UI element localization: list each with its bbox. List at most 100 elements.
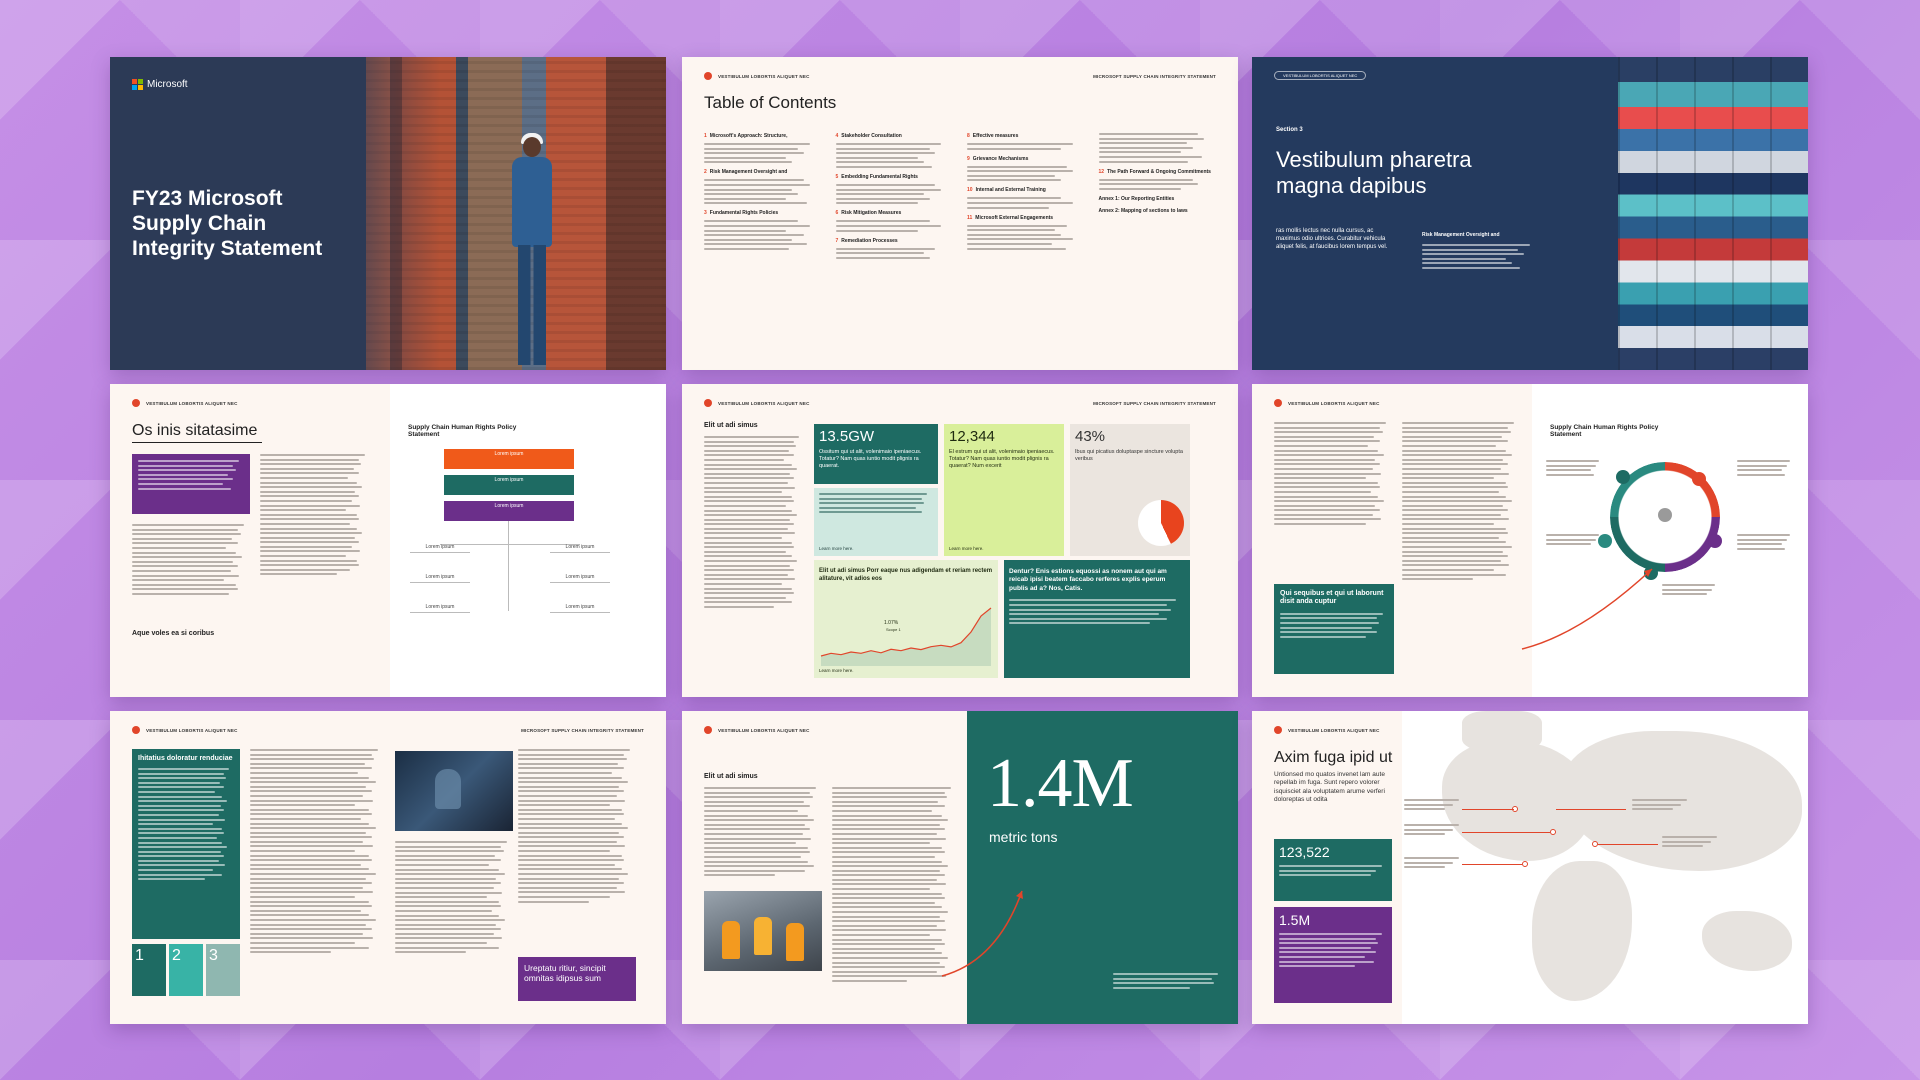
logo-dot-icon [704,399,712,407]
stat-card-lime: 12,344 El estrum qui ut alit, volenimaio… [944,424,1064,556]
world-map [1402,711,1808,1024]
containers-photo [1618,57,1808,370]
toc-entry[interactable]: 4 Stakeholder Consultation [836,133,954,139]
stats-page-thumbnail[interactable]: VESTIBULUM LOBORTIS ALIQUET NEC MICROSOF… [682,384,1238,697]
worker-figure [510,133,554,367]
section-side-heading: Risk Management Oversight and [1422,232,1542,269]
org-label: Lorem ipsum [410,544,470,553]
toc-entry[interactable]: 7 Remediation Processes [836,238,954,244]
big-stat-unit: metric tons [989,829,1058,845]
node-icon [1692,472,1706,486]
page-header: VESTIBULUM LOBORTIS ALIQUET NEC MICROSOF… [704,398,1216,408]
org-label: Lorem ipsum [550,604,610,613]
page-intro: Untionsed mo quatos invenet lam aute rep… [1274,771,1385,804]
org-label: Lorem ipsum [410,574,470,583]
org-chart-panel: Supply Chain Human Rights Policy Stateme… [390,384,666,697]
step-3: 3 [206,944,240,996]
pie-chart-icon [1138,500,1184,546]
page-title: Os inis sitatasime [132,422,262,443]
page-header: VESTIBULUM LOBORTIS ALIQUET NEC MICROSOF… [132,725,644,735]
learn-more-link[interactable]: Learn more here. [949,546,984,551]
org-box: Lorem ipsum [444,475,574,495]
workspace-photo [395,751,513,831]
big-stat-panel: 1.4M metric tons [941,711,1238,1024]
step-2: 2 [169,944,203,996]
toc-entry[interactable]: 1 Microsoft's Approach: Structure, [704,133,822,139]
gear-icon [1658,508,1672,522]
org-label: Lorem ipsum [550,574,610,583]
section-title: Vestibulum pharetra magna dapibus [1276,147,1472,199]
stat-card-teal: 123,522 [1274,839,1392,901]
org-label: Lorem ipsum [410,604,470,613]
learn-more-link[interactable]: Learn more here. [819,546,854,551]
logo-dot-icon [704,726,712,734]
org-box: Lorem ipsum [444,501,574,521]
org-label: Lorem ipsum [550,544,610,553]
toc-entry[interactable]: Annex 1: Our Reporting Entities [1099,196,1217,202]
teal-text-card: Dentur? Enis estions equossi as nonem au… [1004,560,1190,678]
stat-card: 13.5GW Ossitum qui ut alit, volenimaio i… [814,424,938,484]
big-stat-number: 1.4M [987,745,1134,822]
microsoft-logo: Microsoft [132,79,188,90]
toc-grid: 1 Microsoft's Approach: Structure, 2 Risk … [704,127,1216,259]
pull-quote: Ureptatu ritiur, sincipit omnitas idipsu… [518,957,636,1001]
page-heading: Elit ut adi simus [704,422,758,429]
step-1: 1 [132,944,166,996]
logo-dot-icon [1274,399,1282,407]
numbered-steps: 1 2 3 [132,944,240,996]
toc-entry[interactable]: 6 Risk Mitigation Measures [836,210,954,216]
toc-title: Table of Contents [704,93,837,112]
curved-arrow-icon [941,890,1023,977]
panel-title: Supply Chain Human Rights Policy Stateme… [1550,424,1659,438]
toc-entry[interactable]: 9 Grievance Mechanisms [967,156,1085,162]
toc-page-thumbnail[interactable]: VESTIBULUM LOBORTIS ALIQUET NEC MICROSOF… [682,57,1238,370]
big-stat-page-thumbnail[interactable]: VESTIBULUM LOBORTIS ALIQUET NEC MICROSOF… [682,711,1238,1024]
toc-entry[interactable]: Annex 2: Mapping of sections to laws [1099,208,1217,214]
subheading: Aque voles ea si coribus [132,630,215,637]
cover-title: FY23 Microsoft Supply Chain Integrity St… [132,187,323,260]
chart-sublabel: Scope 1 [886,627,901,632]
line-chart [820,607,992,666]
toc-entry[interactable]: 2 Risk Management Oversight and [704,169,822,175]
chart-area [821,608,991,666]
toc-entry[interactable]: 3 Fundamental Rights Policies [704,210,822,216]
learn-more-link[interactable]: Learn more here. [819,668,854,673]
line-chart-card: Elit ut adi simus Porr eaque nus adigend… [814,560,998,678]
stat-card-purple: 1.5M [1274,907,1392,1003]
node-icon [1616,470,1630,484]
curved-arrow-icon [1521,568,1653,650]
section-divider-thumbnail[interactable]: VESTIBULUM LOBORTIS ALIQUET NEC Section … [1252,57,1808,370]
toc-entry[interactable]: 11 Microsoft External Engagements [967,215,1085,221]
panel-title: Supply Chain Human Rights Policy Stateme… [408,424,517,438]
map-page-thumbnail[interactable]: VESTIBULUM LOBORTIS ALIQUET NEC MICROSOF… [1252,711,1808,1024]
workers-photo [704,891,822,971]
stat-card-secondary: Learn more here. [814,488,938,556]
node-icon [1708,534,1722,548]
policy-page-thumbnail[interactable]: VESTIBULUM LOBORTIS ALIQUET NEC MICROSOF… [110,384,666,697]
text-image-page-thumbnail[interactable]: VESTIBULUM LOBORTIS ALIQUET NEC MICROSOF… [110,711,666,1024]
toc-entry[interactable]: 10 Internal and External Training [967,187,1085,193]
org-box: Lorem ipsum [444,449,574,469]
page-heading: Elit ut adi simus [704,773,758,780]
toc-entry[interactable]: 8 Effective measures [967,133,1085,139]
logo-dot-icon [132,726,140,734]
logo-dot-icon [132,399,140,407]
section-label: Section 3 [1276,127,1303,133]
header-pill: VESTIBULUM LOBORTIS ALIQUET NEC [1274,71,1367,80]
purple-highlight-box [132,454,250,514]
page-header: VESTIBULUM LOBORTIS ALIQUET NEC MICROSOF… [704,71,1216,81]
page-title: Axim fuga ipid ut [1274,749,1393,766]
brand-name: Microsoft [147,79,188,90]
green-callout-box: Qui sequibus et qui ut laborunt disit an… [1274,584,1394,674]
section-intro: ras mollis lectus nec nulla cursus, ac m… [1276,228,1388,251]
toc-entry[interactable]: 5 Embedding Fundamental Rights [836,174,954,180]
logo-dot-icon [1274,726,1282,734]
toc-entry[interactable]: 12 The Path Forward & Ongoing Commitments [1099,169,1217,175]
stat-card-pie: 43% Ibus qui picatius doluptaspe sinctur… [1070,424,1190,556]
cycle-diagram-panel: Supply Chain Human Rights Policy Stateme… [1521,384,1808,697]
cover-page-thumbnail[interactable]: Microsoft FY23 Microsoft Supply Chain In… [110,57,666,370]
logo-dot-icon [704,72,712,80]
cycle-page-thumbnail[interactable]: VESTIBULUM LOBORTIS ALIQUET NEC MICROSOF… [1252,384,1808,697]
chart-label: 1.07% [884,620,899,626]
teal-side-panel: Ihitatius doloratur renduciae [132,749,240,939]
